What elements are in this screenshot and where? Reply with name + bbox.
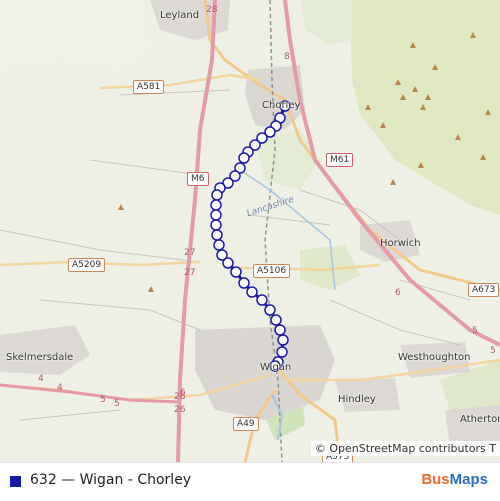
junction-number: 8 <box>284 52 290 62</box>
route-stop-marker[interactable] <box>264 304 276 316</box>
junction-number: 28 <box>206 5 218 15</box>
route-stop-marker[interactable] <box>274 324 286 336</box>
junction-number: 26 <box>174 405 186 415</box>
place-atherton: Atherton <box>460 414 500 425</box>
route-stop-marker[interactable] <box>210 199 222 211</box>
route-stop-marker[interactable] <box>277 334 289 346</box>
rural-area <box>0 0 150 70</box>
route-color-swatch <box>10 476 21 487</box>
map-attribution[interactable]: © OpenStreetMap contributors T <box>310 441 500 456</box>
road-shield-a673: A673 <box>468 283 500 297</box>
junction-number: 4 <box>57 383 63 393</box>
route-label: 632 — Wigan - Chorley <box>30 472 192 488</box>
place-horwich: Horwich <box>380 238 421 249</box>
junction-number: 6 <box>180 388 186 398</box>
junction-number: 5 <box>472 326 478 336</box>
junction-number: 27 <box>184 268 196 278</box>
junction-number: 4 <box>38 374 44 384</box>
road-shield-m61: M61 <box>326 153 354 167</box>
route-stop-marker[interactable] <box>211 189 223 201</box>
route-stop-marker[interactable] <box>246 286 258 298</box>
route-stop-marker[interactable] <box>213 239 225 251</box>
place-westhoughton: Westhoughton <box>398 352 471 363</box>
route-stop-marker[interactable] <box>270 314 282 326</box>
route-stop-marker[interactable] <box>256 294 268 306</box>
logo-maps-text: Maps <box>449 471 488 488</box>
route-stop-marker[interactable] <box>210 209 222 221</box>
route-stop-marker[interactable] <box>276 346 288 358</box>
route-stop-marker[interactable] <box>238 277 250 289</box>
place-hindley: Hindley <box>338 394 376 405</box>
attribution-text[interactable]: © OpenStreetMap contributors <box>315 442 486 455</box>
road-shield-a5106: A5106 <box>253 264 291 278</box>
junction-number: 5 <box>100 395 106 405</box>
place-leyland: Leyland <box>160 10 200 21</box>
place-wigan: Wigan <box>260 362 292 373</box>
route-stop-marker[interactable] <box>238 152 250 164</box>
busmaps-logo[interactable]: BusMaps <box>421 471 488 488</box>
route-stop-marker[interactable] <box>222 257 234 269</box>
place-chorley: Chorley <box>262 100 301 111</box>
logo-bus-text: Bus <box>421 471 450 488</box>
route-footer: 632 — Wigan - Chorley BusMaps <box>0 462 500 501</box>
junction-number: 27 <box>184 248 196 258</box>
map-widget: Leyland Chorley Horwich Skelmersdale Wes… <box>0 0 500 501</box>
route-stop-marker[interactable] <box>230 266 242 278</box>
route-stop-marker[interactable] <box>210 219 222 231</box>
road-shield-m6: M6 <box>187 172 209 186</box>
road-shield-a49: A49 <box>233 417 259 431</box>
road-shield-a581: A581 <box>133 80 165 94</box>
attribution-suffix: T <box>489 442 496 455</box>
route-stop-marker[interactable] <box>211 229 223 241</box>
place-skelmersdale: Skelmersdale <box>6 352 74 363</box>
junction-number: 6 <box>395 288 401 298</box>
junction-number: 5 <box>114 399 120 409</box>
road-shield-a5209: A5209 <box>68 258 106 272</box>
map-canvas <box>0 0 500 462</box>
junction-number: 5 <box>490 346 496 356</box>
map-view[interactable]: Leyland Chorley Horwich Skelmersdale Wes… <box>0 0 500 462</box>
